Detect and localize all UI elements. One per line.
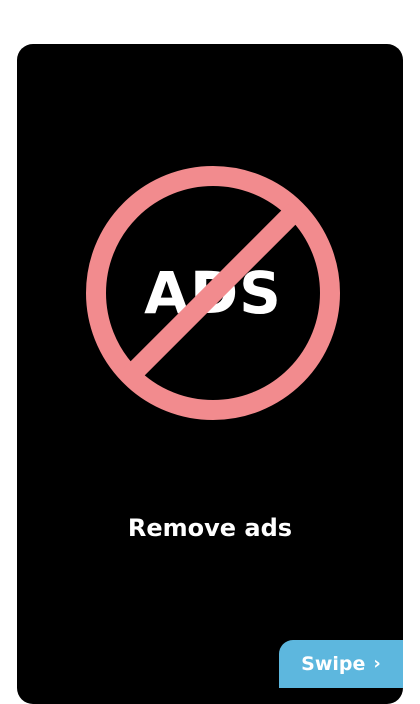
swipe-label: Swipe xyxy=(301,653,366,675)
swipe-button[interactable]: Swipe › xyxy=(279,640,403,688)
feature-card: ADS Remove ads Swipe › xyxy=(17,44,403,704)
chevron-right-icon: › xyxy=(373,653,381,674)
no-ads-icon: ADS xyxy=(85,165,341,421)
card-title: Remove ads xyxy=(127,514,293,542)
prohibition-slash-icon xyxy=(123,203,303,383)
